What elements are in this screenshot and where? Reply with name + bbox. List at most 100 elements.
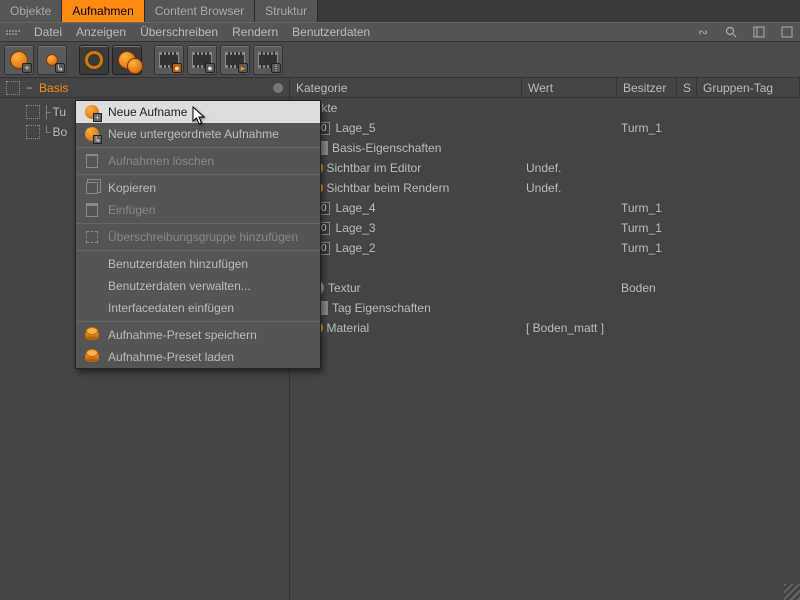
data-row[interactable]: +TexturBoden <box>290 278 800 298</box>
grip-icon <box>6 30 20 35</box>
header-besitzer[interactable]: Besitzer <box>617 78 677 97</box>
context-menu-label: Benutzerdaten hinzufügen <box>108 257 248 271</box>
row-label: Textur <box>328 281 361 295</box>
tool-ring[interactable] <box>79 45 109 75</box>
separator <box>76 223 320 224</box>
row-label: Lage_5 <box>336 121 376 135</box>
context-menu-label: Aufnahme-Preset speichern <box>108 328 257 342</box>
separator <box>76 250 320 251</box>
owner-cell: Turm_1 <box>617 221 677 235</box>
menubar: Datei Anzeigen Überschreiben Rendern Ben… <box>0 22 800 42</box>
context-menu-item[interactable]: +Neue Aufname <box>76 101 320 123</box>
context-menu-item: Überschreibungsgruppe hinzufügen <box>76 226 320 248</box>
context-menu-item[interactable]: Benutzerdaten verwalten... <box>76 275 320 297</box>
owner-cell: Turm_1 <box>617 201 677 215</box>
context-menu-label: Kopieren <box>108 181 156 195</box>
data-row[interactable]: -Basis-Eigenschaften <box>290 138 800 158</box>
context-menu-item: Einfügen <box>76 199 320 221</box>
context-menu-label: Neue Aufname <box>108 105 187 119</box>
separator <box>76 174 320 175</box>
column-headers: − Basis Kategorie Wert Besitzer S Gruppe… <box>0 78 800 98</box>
context-menu-item[interactable]: Aufnahme-Preset speichern <box>76 324 320 346</box>
row-label: Material <box>327 321 370 335</box>
data-row[interactable]: Tags <box>290 258 800 278</box>
owner-cell: Turm_1 <box>617 121 677 135</box>
menu-datei[interactable]: Datei <box>34 25 62 39</box>
tab-struktur[interactable]: Struktur <box>255 0 318 22</box>
owner-cell: Turm_1 <box>617 241 677 255</box>
menu-anzeigen[interactable]: Anzeigen <box>76 25 126 39</box>
data-row[interactable]: +L 0Lage_3Turm_1 <box>290 218 800 238</box>
tree-item-label: Tu <box>53 105 67 119</box>
header-kategorie[interactable]: Kategorie <box>290 78 522 97</box>
menu-rendern[interactable]: Rendern <box>232 25 278 39</box>
data-row[interactable]: -Tag Eigenschaften <box>290 298 800 318</box>
toolbar: + ↳ ● ● ▸ ⁞ <box>0 42 800 78</box>
context-menu-item[interactable]: Interfacedaten einfügen <box>76 297 320 319</box>
tab-objekte[interactable]: Objekte <box>0 0 62 22</box>
data-row[interactable]: └PSichtbar beim RendernUndef. <box>290 178 800 198</box>
data-row[interactable]: +L 0Lage_2Turm_1 <box>290 238 800 258</box>
menu-ueberschreiben[interactable]: Überschreiben <box>140 25 218 39</box>
header-wert[interactable]: Wert <box>522 78 617 97</box>
collapse-icon[interactable]: − <box>26 81 33 95</box>
target-icon <box>26 105 40 119</box>
data-row[interactable]: +L 0Lage_5Turm_1 <box>290 118 800 138</box>
preset-icon <box>84 327 100 343</box>
context-menu-item: Aufnahmen löschen <box>76 150 320 172</box>
row-label: Lage_3 <box>336 221 376 235</box>
context-menu-item[interactable]: Benutzerdaten hinzufügen <box>76 253 320 275</box>
layout-b-icon[interactable] <box>780 25 794 39</box>
tool-new-take[interactable]: + <box>4 45 34 75</box>
target-icon[interactable] <box>6 81 20 95</box>
blank-icon <box>84 300 100 316</box>
row-label: Lage_2 <box>336 241 376 255</box>
context-menu-item[interactable]: Kopieren <box>76 177 320 199</box>
menu-benutzerdaten[interactable]: Benutzerdaten <box>292 25 370 39</box>
tool-film-1[interactable]: ● <box>154 45 184 75</box>
header-s[interactable]: S <box>677 78 697 97</box>
trash-icon <box>84 153 100 169</box>
context-menu-item[interactable]: ↳Neue untergeordnete Aufnahme <box>76 123 320 145</box>
header-gruppen[interactable]: Gruppen-Tag <box>697 78 800 97</box>
tool-film-3[interactable]: ▸ <box>220 45 250 75</box>
panel-tabs: Objekte Aufnahmen Content Browser Strukt… <box>0 0 800 22</box>
header-tree: − Basis <box>0 78 290 97</box>
sync-icon[interactable]: ∾ <box>696 25 710 39</box>
data-row[interactable]: Objekte <box>290 98 800 118</box>
data-column: Objekte+L 0Lage_5Turm_1-Basis-Eigenschaf… <box>290 98 800 600</box>
data-row[interactable]: └PMaterial[ Boden_matt ] <box>290 318 800 338</box>
tab-aufnahmen[interactable]: Aufnahmen <box>62 0 144 22</box>
row-label: Sichtbar beim Rendern <box>327 181 450 195</box>
row-label: Sichtbar im Editor <box>327 161 422 175</box>
group-icon <box>84 229 100 245</box>
take-icon: ↳ <box>84 126 100 142</box>
context-menu-item[interactable]: Aufnahme-Preset laden <box>76 346 320 368</box>
tool-double-orb[interactable] <box>112 45 142 75</box>
owner-cell: Boden <box>617 281 677 295</box>
dot-icon <box>273 83 283 93</box>
value-cell: Undef. <box>522 181 617 195</box>
tool-film-2[interactable]: ● <box>187 45 217 75</box>
separator <box>76 321 320 322</box>
target-icon <box>26 125 40 139</box>
copy-icon <box>84 180 100 196</box>
row-label: Basis-Eigenschaften <box>332 141 441 155</box>
tool-film-4[interactable]: ⁞ <box>253 45 283 75</box>
layout-a-icon[interactable] <box>752 25 766 39</box>
blank-icon <box>84 256 100 272</box>
search-icon[interactable] <box>724 25 738 39</box>
tool-new-child-take[interactable]: ↳ <box>37 45 67 75</box>
resize-grip-icon[interactable] <box>784 584 800 600</box>
context-menu-label: Einfügen <box>108 203 155 217</box>
data-row[interactable]: └PSichtbar im EditorUndef. <box>290 158 800 178</box>
context-menu-label: Interfacedaten einfügen <box>108 301 234 315</box>
paste-icon <box>84 202 100 218</box>
value-cell: Undef. <box>522 161 617 175</box>
blank-icon <box>84 278 100 294</box>
separator <box>76 147 320 148</box>
context-menu: +Neue Aufname↳Neue untergeordnete Aufnah… <box>75 100 321 369</box>
tab-content-browser[interactable]: Content Browser <box>145 0 255 22</box>
context-menu-label: Überschreibungsgruppe hinzufügen <box>108 230 298 244</box>
data-row[interactable]: +L 0Lage_4Turm_1 <box>290 198 800 218</box>
